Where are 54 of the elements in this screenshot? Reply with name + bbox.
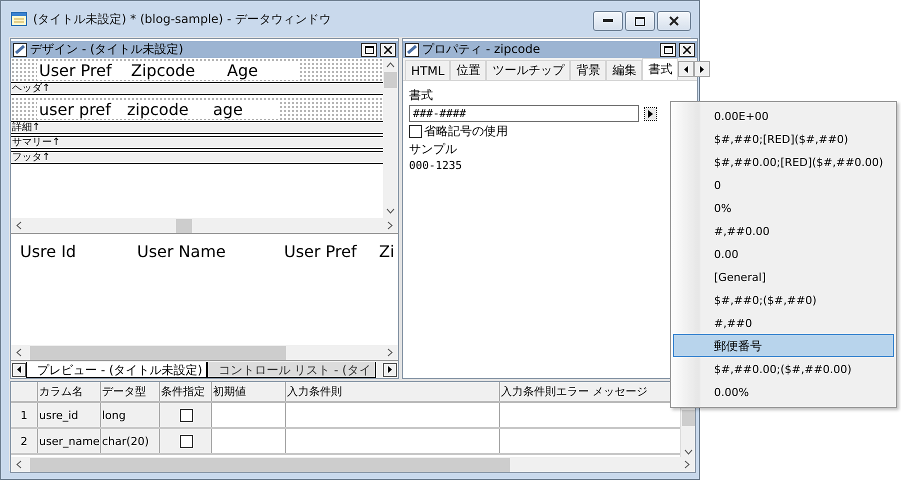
row-number: 1 xyxy=(11,403,38,427)
band-label: サマリー↑ xyxy=(11,136,383,149)
row-number: 2 xyxy=(11,429,38,453)
column-header: 入力条件則 xyxy=(286,382,500,401)
panel-title: デザイン - (タイトル未設定) xyxy=(30,41,184,58)
column-header: User Pref xyxy=(284,242,358,263)
menu-item[interactable]: 0.00% xyxy=(673,380,894,403)
field-label[interactable]: age xyxy=(211,100,279,118)
property-tab[interactable]: 書式 xyxy=(642,58,678,80)
table-cell: char(20) xyxy=(101,429,160,453)
band-label: フッタ↑ xyxy=(11,151,383,164)
format-label: 書式 xyxy=(409,87,433,104)
menu-item[interactable]: 0 xyxy=(673,173,894,196)
property-tab[interactable]: 編集 xyxy=(606,60,642,80)
band-label: 詳細↑ xyxy=(11,121,383,134)
property-tab[interactable]: 背景 xyxy=(570,60,606,80)
field-label[interactable]: zipcode xyxy=(125,100,211,118)
column-header: 初期値 xyxy=(212,382,286,401)
menu-item[interactable]: 0.00E+00 xyxy=(673,104,894,127)
header-label[interactable]: Age xyxy=(211,60,299,80)
table-cell: usre_id xyxy=(38,403,101,427)
menu-item[interactable]: 0.00 xyxy=(673,242,894,265)
menu-item[interactable]: $#,##0;($#,##0) xyxy=(673,288,894,311)
table-cell: long xyxy=(101,403,160,427)
sample-value: 000-1235 xyxy=(409,159,462,172)
header-label[interactable]: Zipcode xyxy=(121,60,211,80)
property-tab[interactable]: 位置 xyxy=(450,60,486,80)
table-cell: user_name xyxy=(38,429,101,453)
checkbox-label: 省略記号の使用 xyxy=(424,123,508,140)
column-header: カラム名 xyxy=(38,382,101,401)
menu-item[interactable]: 0% xyxy=(673,196,894,219)
column-header: 条件指定 xyxy=(160,382,212,401)
field-label[interactable]: user pref xyxy=(37,100,125,118)
column-header: データ型 xyxy=(101,382,160,401)
menu-item[interactable]: [General] xyxy=(673,265,894,288)
property-tab[interactable]: ツールチップ xyxy=(486,60,570,80)
format-field[interactable]: ###-#### xyxy=(409,105,639,122)
menu-item[interactable]: $#,##0;[RED]($#,##0) xyxy=(673,127,894,150)
column-header: Zi xyxy=(379,242,394,263)
menu-item[interactable]: #,##0 xyxy=(673,311,894,334)
window-tab[interactable]: コントロール リスト - (タイ xyxy=(207,362,376,378)
menu-item[interactable]: $#,##0.00;[RED]($#,##0.00) xyxy=(673,150,894,173)
panel-title: プロパティ - zipcode xyxy=(422,41,542,58)
header-label[interactable]: User Pref xyxy=(37,60,121,80)
column-header: User Name xyxy=(137,242,227,263)
sample-label: サンプル xyxy=(409,141,457,158)
column-header: Usre Id xyxy=(20,242,78,263)
window-tab[interactable]: プレビュー - (タイトル未設定) xyxy=(26,362,208,378)
band-label: ヘッダ↑ xyxy=(11,82,383,95)
property-tab[interactable]: HTML xyxy=(405,60,450,80)
window-title: (タイトル未設定) * (blog-sample) - データウィンドウ xyxy=(33,10,332,28)
menu-item[interactable]: $#,##0.00;($#,##0.00) xyxy=(673,357,894,380)
menu-item[interactable]: #,##0.00 xyxy=(673,219,894,242)
menu-item[interactable]: 郵便番号 xyxy=(673,334,894,357)
